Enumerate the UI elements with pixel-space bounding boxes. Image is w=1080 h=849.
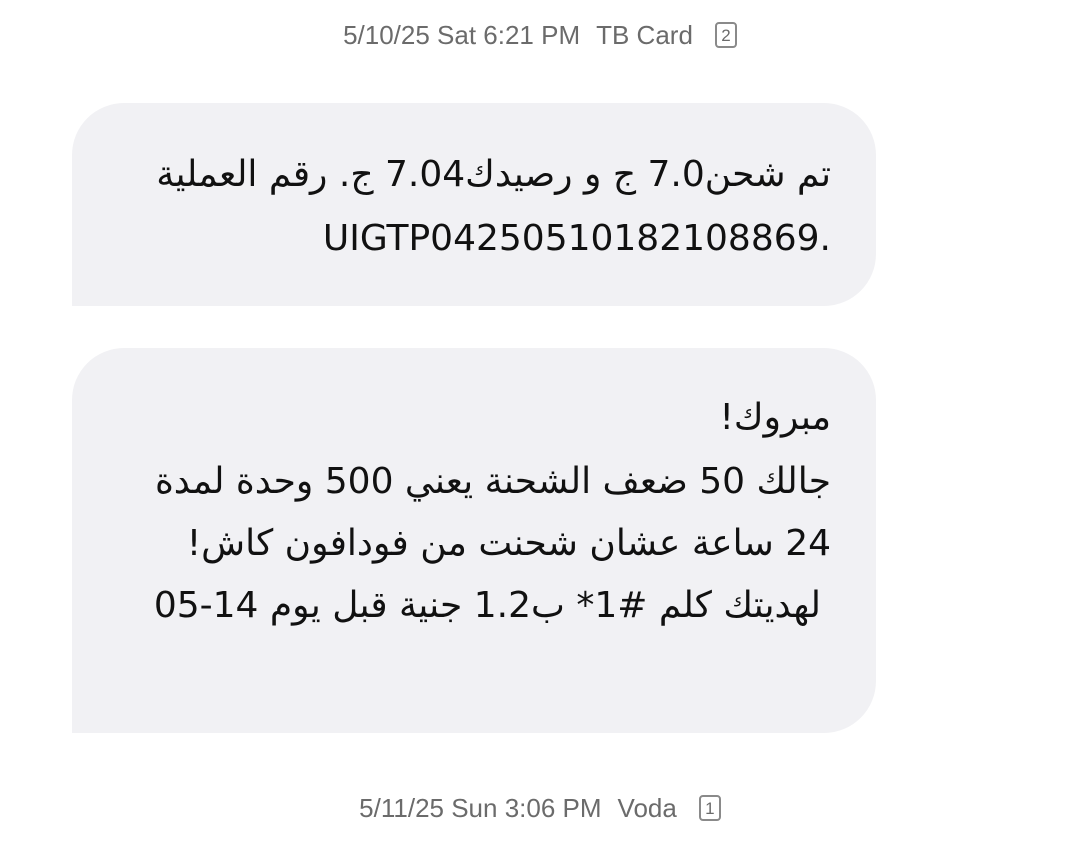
- message-text-line: UIGTP04250510182108869.: [322, 218, 831, 259]
- message-text-line: مبروك!: [719, 397, 832, 438]
- message-text-line: 24 ساعة عشان شحنت من فودافون كاش!: [186, 523, 831, 564]
- message-datetime: 5/11/25 Sun 3:06 PM: [359, 792, 602, 823]
- sender-name: Voda: [617, 792, 677, 823]
- sim-card-icon: 1: [698, 795, 721, 821]
- message-text-line: تم شحن7.0 ج و رصيدك7.04 ج. رقم العملية: [156, 154, 831, 195]
- message-text-line: لهديتك كلم #1* ب1.2 جنية قبل يوم 14-05: [153, 585, 821, 626]
- message-timestamp-header: 5/11/25 Sun 3:06 PM Voda 1: [0, 788, 1080, 828]
- sender-name: TB Card: [596, 19, 693, 50]
- sim-card-icon: 2: [714, 22, 737, 48]
- message-bubble[interactable]: تم شحن7.0 ج و رصيدك7.04 ج. رقم العملية U…: [72, 103, 876, 306]
- message-timestamp-header: 5/10/25 Sat 6:21 PM TB Card 2: [0, 15, 1080, 55]
- message-datetime: 5/10/25 Sat 6:21 PM: [343, 19, 581, 50]
- message-text-line: جالك 50 ضعف الشحنة يعني 500 وحدة لمدة: [154, 461, 831, 502]
- message-bubble[interactable]: مبروك! جالك 50 ضعف الشحنة يعني 500 وحدة …: [72, 348, 876, 733]
